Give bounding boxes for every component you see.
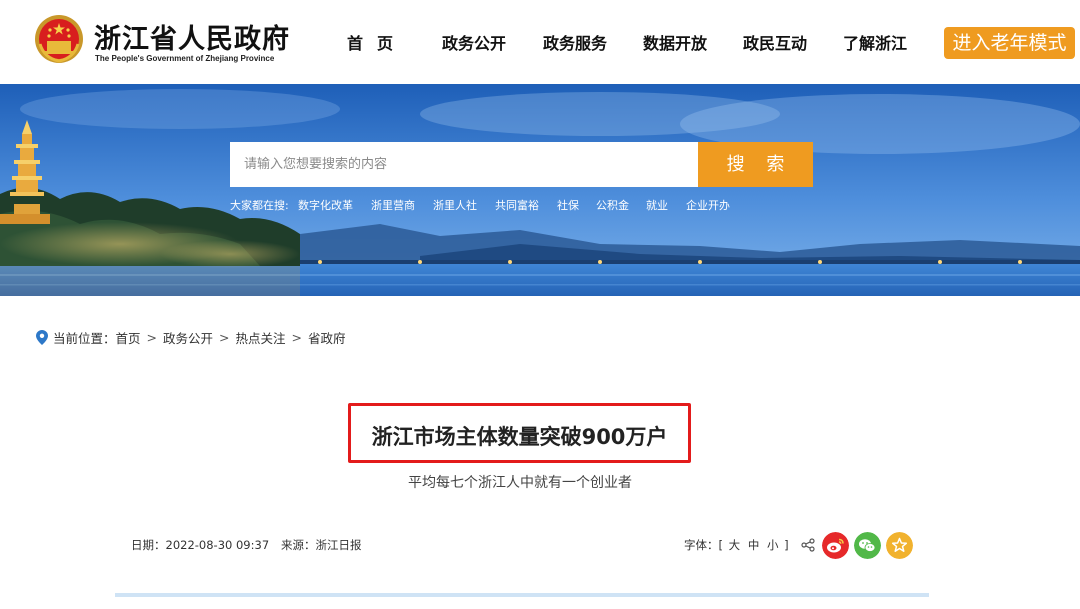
weibo-icon[interactable] [822,532,849,559]
font-size-control: 字体：[ 大 中 小 ] [684,537,789,553]
hot-search-item[interactable]: 社保 [557,197,579,213]
nav-home[interactable]: 首页 [347,30,407,54]
article-title: 浙江市场主体数量突破900万户 [371,425,668,449]
breadcrumb-item-gov-affairs-open[interactable]: 政务公开 [163,328,213,347]
date-label: 日期： [131,538,166,552]
site-header: 浙江省人民政府 The People's Government of Zheji… [0,0,1080,84]
search-input[interactable] [230,142,698,187]
breadcrumb-item-hot-topics[interactable]: 热点关注 [236,328,286,347]
site-logo-title[interactable]: 浙江省人民政府 [94,17,290,56]
font-size-close: ] [784,538,789,552]
content-divider [115,593,929,597]
source-value: 浙江日报 [315,538,362,552]
national-emblem-icon[interactable] [34,14,84,64]
hot-search-item[interactable]: 公积金 [596,197,629,213]
hot-search-item[interactable]: 数字化改革 [298,197,353,213]
breadcrumb-item-province-gov[interactable]: 省政府 [308,328,346,347]
hot-search-item[interactable]: 浙里营商 [371,197,415,213]
breadcrumb: 当前位置： 首页 > 政务公开 > 热点关注 > 省政府 [36,328,346,346]
breadcrumb-item-home[interactable]: 首页 [116,328,141,347]
hot-search-label: 大家都在搜: [230,199,289,212]
hot-search-item[interactable]: 就业 [646,197,668,213]
source-label: 来源： [281,538,316,552]
site-logo-subtitle: The People's Government of Zhejiang Prov… [95,54,275,63]
nav-data-open[interactable]: 数据开放 [643,30,707,54]
elder-mode-button[interactable]: 进入老年模式 [944,27,1075,59]
font-size-label: 字体：[ [684,538,723,552]
article-subtitle: 平均每七个浙江人中就有一个创业者 [408,475,632,491]
hot-search-item[interactable]: 企业开办 [686,197,730,213]
search-button[interactable]: 搜 索 [698,142,813,187]
favorite-icon[interactable] [886,532,913,559]
breadcrumb-separator: > [291,329,303,345]
article-date: 日期：2022-08-30 09:37 [131,537,269,553]
hero-banner: 搜 索 大家都在搜: 数字化改革 浙里营商 浙里人社 共同富裕 社保 公积金 就… [0,84,1080,296]
west-lake-scenery-image [0,84,1080,296]
nav-interaction[interactable]: 政民互动 [743,30,807,54]
date-value: 2022-08-30 09:37 [165,538,270,552]
wechat-icon[interactable] [854,532,881,559]
location-pin-icon [36,329,48,345]
breadcrumb-separator: > [219,329,230,345]
nav-gov-services[interactable]: 政务服务 [543,30,607,54]
font-size-small[interactable]: 小 [767,538,779,552]
nav-about-zhejiang[interactable]: 了解浙江 [843,30,907,54]
breadcrumb-label: 当前位置： [53,330,116,346]
hot-search-item[interactable]: 浙里人社 [433,197,477,213]
nav-gov-affairs-open[interactable]: 政务公开 [442,30,506,54]
hot-search-item[interactable]: 共同富裕 [495,197,539,213]
share-icon[interactable] [801,538,815,552]
breadcrumb-separator: > [146,329,158,345]
font-size-medium[interactable]: 中 [748,538,760,552]
article-source: 来源：浙江日报 [281,537,362,553]
font-size-large[interactable]: 大 [729,538,741,552]
